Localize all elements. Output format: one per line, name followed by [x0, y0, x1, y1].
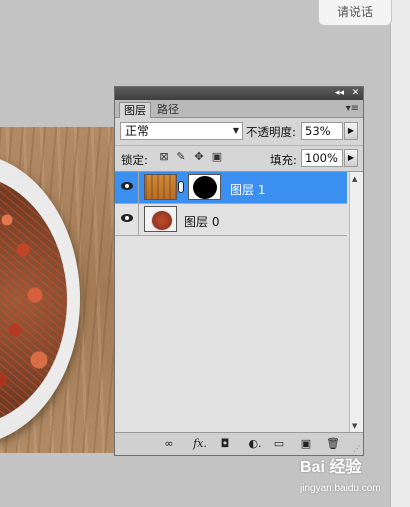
lock-label: 锁定: [121, 153, 148, 167]
lock-row: 锁定: ⊠ ✎ ✥ ▣ 填充: 100% ▶ [115, 145, 363, 169]
transparency-lock-icon[interactable]: ⊠ [158, 151, 170, 163]
visibility-toggle[interactable] [115, 204, 139, 235]
delete-icon[interactable]: 🗑 [326, 437, 340, 451]
layers-panel: ◂◂ ✕ 图层 路径 ▾≡ 正常 ▼ 不透明度: 53% ▶ 锁定: ⊠ ✎ ✥… [114, 86, 364, 456]
fill-stepper-icon[interactable]: ▶ [344, 149, 358, 167]
layer-mask-thumbnail[interactable] [188, 174, 221, 200]
link-layers-icon[interactable]: ∞ [162, 437, 176, 451]
blend-mode-select[interactable]: 正常 ▼ [120, 122, 243, 140]
fx-icon[interactable]: fx. [190, 437, 210, 451]
padlock-icon[interactable]: ▣ [211, 151, 223, 163]
panel-menu-icon[interactable]: ▾≡ [346, 103, 359, 114]
canvas-image [0, 127, 120, 453]
panel-tabs: 图层 路径 ▾≡ [115, 100, 363, 118]
layer-row-0[interactable]: 图层 0 [115, 204, 347, 236]
panel-bottom-bar: ∞ fx. ◘ ◐. ▭ ▣ 🗑 ⋰ [115, 432, 363, 455]
add-mask-icon[interactable]: ◘ [218, 437, 232, 451]
comment-button[interactable]: 请说话 [318, 0, 392, 26]
layer-thumbnail [144, 206, 177, 232]
new-layer-icon[interactable]: ▣ [299, 437, 313, 451]
layer-row-1[interactable]: 图层 1 [115, 172, 347, 204]
watermark: Bai 经验 jingyan.baidu.com [300, 453, 390, 499]
layer-list: 图层 1 图层 0 ▲ ▼ [115, 171, 363, 433]
visibility-toggle[interactable] [115, 172, 139, 203]
chevron-down-icon: ▼ [232, 126, 239, 135]
adjustment-layer-icon[interactable]: ◐. [246, 437, 264, 451]
layer-scrollbar[interactable]: ▲ ▼ [349, 172, 363, 433]
opacity-label: 不透明度: [246, 125, 296, 139]
watermark-url: jingyan.baidu.com [300, 483, 381, 494]
tab-paths[interactable]: 路径 [153, 102, 183, 118]
blend-row: 正常 ▼ 不透明度: 53% ▶ [115, 119, 363, 143]
blend-mode-value: 正常 [125, 124, 150, 138]
scroll-up-icon[interactable]: ▲ [352, 175, 357, 183]
shrimp-food-image [0, 175, 67, 425]
move-lock-icon[interactable]: ✥ [193, 151, 205, 163]
resize-grip-icon[interactable]: ⋰ [353, 444, 361, 453]
fill-label: 填充: [270, 153, 297, 167]
link-chain-icon[interactable] [178, 181, 184, 193]
bowl-image [0, 153, 80, 445]
close-icon[interactable]: ✕ [349, 87, 362, 100]
opacity-input[interactable]: 53% [301, 122, 343, 140]
new-group-icon[interactable]: ▭ [272, 437, 286, 451]
tab-layers[interactable]: 图层 [119, 102, 151, 118]
brush-lock-icon[interactable]: ✎ [175, 151, 187, 163]
panel-titlebar: ◂◂ ✕ [115, 87, 363, 100]
eye-icon [121, 182, 133, 190]
layer-name: 图层 1 [230, 183, 266, 197]
layer-thumbnail [144, 174, 177, 200]
watermark-logo: Bai 经验 [300, 459, 362, 476]
scroll-down-icon[interactable]: ▼ [352, 422, 357, 430]
fill-input[interactable]: 100% [301, 149, 343, 167]
right-gutter [390, 0, 410, 507]
layer-name: 图层 0 [184, 215, 220, 229]
collapse-icon[interactable]: ◂◂ [333, 87, 346, 100]
eye-icon [121, 214, 133, 222]
opacity-stepper-icon[interactable]: ▶ [344, 122, 358, 140]
